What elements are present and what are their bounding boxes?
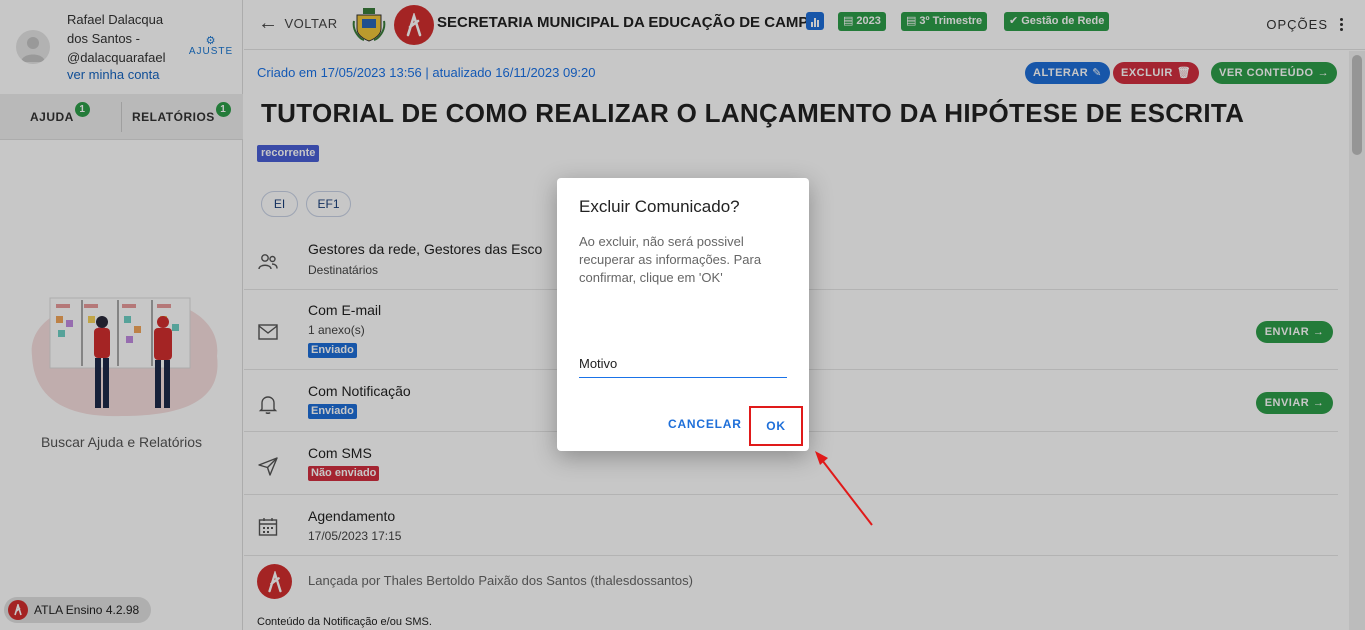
cancel-button[interactable]: CANCELAR <box>668 417 742 431</box>
reason-input[interactable] <box>579 350 787 378</box>
delete-dialog: Excluir Comunicado? Ao excluir, não será… <box>557 178 809 451</box>
dialog-body: Ao excluir, não será possivel recuperar … <box>579 234 762 285</box>
dialog-title: Excluir Comunicado? <box>579 197 740 216</box>
ok-button[interactable]: OK <box>749 406 803 446</box>
